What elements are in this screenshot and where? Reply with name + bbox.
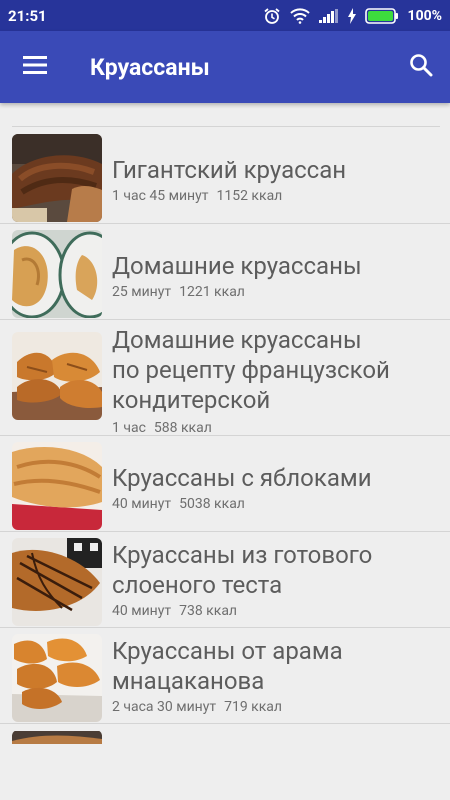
recipe-title-line: кондитерской (112, 386, 271, 414)
partial-list-item[interactable] (12, 103, 440, 127)
recipe-meta: 25 минут 1221 ккал (112, 284, 245, 300)
menu-button[interactable] (0, 31, 70, 103)
alarm-icon (263, 7, 281, 25)
recipe-item[interactable]: Гигантский круассан 1 час 45 минут 1152 к… (0, 128, 450, 224)
status-bar: 21:51 100% (0, 0, 450, 31)
status-icons: 100% (263, 7, 442, 25)
battery-icon (364, 7, 399, 24)
recipe-calories: 1152 ккал (216, 188, 283, 204)
recipe-title: Домашние круассаны (112, 251, 362, 281)
recipe-title-line: Круассаны с яблоками (112, 464, 372, 492)
recipe-thumbnail (12, 634, 102, 722)
recipe-title: Круассаны из готового слоеного теста (112, 540, 372, 600)
recipe-item[interactable]: Круассаны от арама мнацаканова 2 часа 30… (0, 628, 450, 724)
recipe-title: Круассаны от арама мнацаканова (112, 636, 343, 696)
recipe-calories: 588 ккал (153, 420, 212, 436)
recipe-item[interactable]: Круассаны с яблоками 40 минут 5038 ккал (0, 436, 450, 532)
wifi-icon (289, 7, 310, 24)
search-button[interactable] (392, 31, 450, 103)
recipe-thumbnail (12, 538, 102, 626)
recipe-time: 40 минут (112, 603, 172, 619)
recipe-title-line: Домашние круассаны (112, 252, 362, 280)
recipe-title: Круассаны с яблоками (112, 463, 372, 493)
recipe-meta: 40 минут 5038 ккал (112, 496, 245, 512)
recipe-time: 2 часа 30 минут (112, 699, 217, 715)
recipe-calories: 1221 ккал (179, 284, 245, 300)
recipe-title: Гигантский круассан (112, 155, 346, 185)
charging-icon (347, 7, 356, 24)
recipe-meta: 1 час 45 минут 1152 ккал (112, 188, 282, 204)
partial-list-item[interactable] (0, 724, 450, 744)
recipe-title: Домашние круассаны по рецепту французско… (112, 325, 390, 415)
recipe-item[interactable]: Домашние круассаны по рецепту французско… (0, 320, 450, 436)
recipe-meta: 1 час 588 ккал (112, 420, 212, 436)
recipe-title-line: мнацаканова (112, 667, 265, 695)
recipe-thumbnail (12, 332, 102, 420)
recipe-thumbnail (12, 230, 102, 318)
status-time: 21:51 (8, 6, 47, 25)
recipe-title-line: Домашние круассаны (112, 326, 362, 354)
recipe-thumbnail (12, 730, 102, 744)
recipe-time: 40 минут (112, 496, 172, 512)
recipe-item[interactable]: Круассаны из готового слоеного теста 40 … (0, 532, 450, 628)
recipe-calories: 719 ккал (224, 699, 283, 715)
recipe-title-line: Круассаны от арама (112, 637, 343, 665)
app-bar: Круассаны (0, 31, 450, 103)
recipe-meta: 2 часа 30 минут 719 ккал (112, 699, 282, 715)
recipe-item[interactable]: Домашние круассаны 25 минут 1221 ккал (0, 224, 450, 320)
page-title: Круассаны (90, 53, 210, 81)
recipe-calories: 5038 ккал (179, 496, 245, 512)
recipe-time: 1 час (112, 420, 146, 436)
recipe-title-line: Гигантский круассан (112, 156, 347, 184)
recipe-time: 25 минут (112, 284, 172, 300)
hamburger-menu-icon (23, 56, 47, 78)
recipe-title-line: слоеного теста (112, 571, 283, 599)
search-icon (409, 53, 433, 81)
recipe-thumbnail (12, 442, 102, 530)
recipe-time: 1 час 45 минут (112, 188, 209, 204)
recipe-meta: 40 минут 738 ккал (112, 603, 237, 619)
recipe-title-line: по рецепту французской (112, 356, 390, 384)
battery-percent: 100% (407, 7, 442, 24)
recipe-title-line: Круассаны из готового (112, 541, 373, 569)
recipe-thumbnail (12, 134, 102, 222)
recipe-list[interactable]: Гигантский круассан 1 час 45 минут 1152 к… (0, 103, 450, 800)
recipe-calories: 738 ккал (179, 603, 238, 619)
signal-icon (318, 8, 339, 23)
